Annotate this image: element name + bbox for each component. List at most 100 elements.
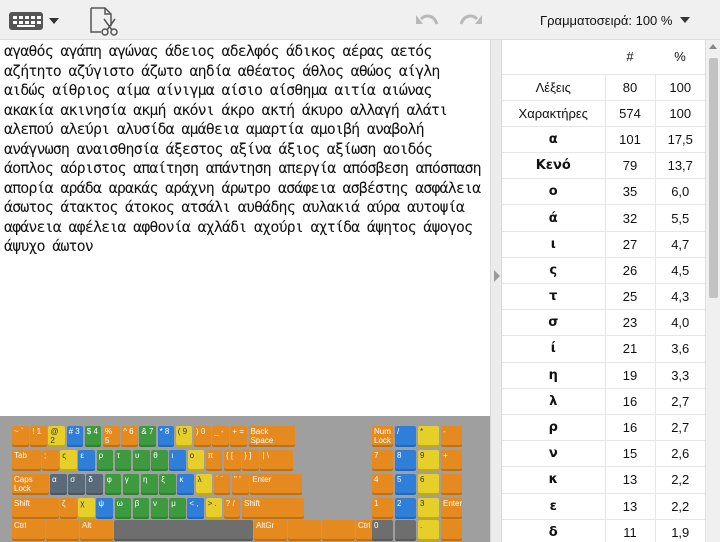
- panel-splitter[interactable]: [490, 40, 502, 542]
- numpad-key[interactable]: [395, 520, 416, 541]
- text-editor[interactable]: αγαθός αγάπη αγώνας άδειος αδελφός άδικο…: [0, 40, 490, 416]
- numpad-key[interactable]: 3: [418, 498, 439, 519]
- clear-text-icon: [90, 7, 118, 36]
- numpad-key[interactable]: +: [441, 450, 462, 471]
- numpad-key[interactable]: -: [441, 426, 462, 447]
- row-count: 13: [605, 466, 656, 494]
- keyboard-key[interactable]: Shift: [242, 498, 304, 519]
- keyboard-key[interactable]: ζ: [60, 498, 77, 519]
- font-size-dropdown[interactable]: Γραμματοσειρά: 100 %: [540, 8, 691, 32]
- numpad-key[interactable]: *: [418, 426, 439, 447]
- keyboard-key[interactable]: ο: [187, 450, 205, 471]
- keyboard-key[interactable]: > .: [205, 498, 223, 519]
- keyboard-key[interactable]: Alt: [80, 520, 113, 541]
- keyboard-key[interactable]: * 8: [157, 426, 175, 447]
- keyboard-key[interactable]: & 7: [139, 426, 157, 447]
- keyboard-key[interactable]: @ 2: [48, 426, 66, 447]
- keyboard-key[interactable]: χ: [78, 498, 95, 519]
- numpad-key[interactable]: 7: [372, 450, 393, 471]
- keyboard-key[interactable]: ;: [42, 450, 59, 471]
- keyboard-key[interactable]: ? /: [223, 498, 241, 519]
- numpad-key[interactable]: 4: [372, 474, 393, 495]
- numpad-key[interactable]: .: [418, 520, 439, 541]
- keyboard-key[interactable]: ) 0: [194, 426, 211, 447]
- keyboard-key[interactable]: { [: [224, 450, 241, 471]
- keyboard-key[interactable]: ( 9: [175, 426, 193, 447]
- keyboard-key[interactable]: γ: [122, 474, 140, 495]
- keyboard-key[interactable]: _ -: [212, 426, 229, 447]
- keyboard-key[interactable]: ! 1: [30, 426, 47, 447]
- keyboard-key[interactable]: ρ: [96, 450, 114, 471]
- numpad-key[interactable]: [441, 474, 462, 495]
- keyboard-key[interactable]: AltGr: [254, 520, 287, 541]
- numpad-key[interactable]: [441, 520, 462, 541]
- keyboard-key[interactable]: η: [141, 474, 158, 495]
- keyboard-layout-dropdown[interactable]: [6, 9, 62, 33]
- keyboard-key[interactable]: σ: [68, 474, 85, 495]
- numpad-key[interactable]: 6: [418, 474, 439, 495]
- keyboard-key[interactable]: β: [132, 498, 150, 519]
- keyboard-key[interactable]: ς: [60, 450, 77, 471]
- undo-button[interactable]: [412, 8, 442, 34]
- keyboard-key[interactable]: ε: [78, 450, 96, 471]
- keyboard-key[interactable]: ν: [151, 498, 168, 519]
- keyboard-key[interactable]: } ]: [242, 450, 259, 471]
- expand-arrow-icon[interactable]: [494, 270, 500, 282]
- numpad-key[interactable]: 8: [395, 450, 416, 471]
- keyboard-key[interactable]: [322, 520, 355, 541]
- keyboard-key[interactable]: ξ: [159, 474, 176, 495]
- keyboard-key[interactable]: [114, 520, 253, 541]
- numpad-key[interactable]: Num Lock: [372, 426, 393, 447]
- keyboard-key[interactable]: % 5: [103, 426, 120, 447]
- keyboard-key[interactable]: + =: [230, 426, 248, 447]
- keyboard-key[interactable]: Shift: [12, 498, 59, 519]
- keyboard-key[interactable]: υ: [133, 450, 150, 471]
- scrollbar-thumb[interactable]: [709, 58, 718, 298]
- numpad-key[interactable]: /: [395, 426, 416, 447]
- keyboard-key[interactable]: θ: [151, 450, 168, 471]
- keyboard-key[interactable]: π: [205, 450, 223, 471]
- keyboard-key[interactable]: ψ: [96, 498, 114, 519]
- table-row: α 101 17,5: [502, 126, 705, 154]
- keyboard-key[interactable]: μ: [169, 498, 186, 519]
- keyboard-key[interactable]: Back Space: [248, 426, 296, 447]
- redo-button[interactable]: [456, 8, 486, 34]
- keyboard-key[interactable]: ~ `: [12, 426, 29, 447]
- table-row: ε 13 2,2: [502, 493, 705, 520]
- keyboard-key[interactable]: < ,: [187, 498, 205, 519]
- keyboard-key[interactable]: ^ 6: [121, 426, 138, 447]
- keyboard-key[interactable]: Tab: [12, 450, 41, 471]
- keyboard-key[interactable]: | \: [260, 450, 293, 471]
- keyboard-key[interactable]: φ: [104, 474, 122, 495]
- keyboard-key[interactable]: Ctrl: [12, 520, 45, 541]
- keyboard-key[interactable]: ω: [114, 498, 132, 519]
- numpad-key[interactable]: Enter: [441, 498, 462, 519]
- keyboard-key[interactable]: [288, 520, 321, 541]
- row-label: ε: [502, 493, 606, 520]
- keyboard-key[interactable]: Enter: [250, 474, 302, 495]
- keyboard-key[interactable]: Caps Lock: [12, 474, 49, 495]
- keyboard-key[interactable]: δ: [86, 474, 104, 495]
- keyboard-key[interactable]: α: [50, 474, 67, 495]
- row-count: 16: [605, 414, 656, 442]
- table-row: σ 23 4,0: [502, 309, 705, 337]
- numpad-key[interactable]: 5: [395, 474, 416, 495]
- keyboard-key[interactable]: " ': [232, 474, 249, 495]
- keyboard-key[interactable]: $ 4: [84, 426, 102, 447]
- keyboard-key[interactable]: τ: [114, 450, 132, 471]
- row-label: ς: [502, 257, 606, 285]
- keyboard-key[interactable]: # 3: [66, 426, 84, 447]
- keyboard-key[interactable]: λ: [195, 474, 213, 495]
- statistics-table: # % Λέξεις 80 100 Χαρακτήρες 574 100 α 101 17,5 Κ…: [502, 40, 705, 542]
- scroll-up-icon[interactable]: [709, 44, 717, 49]
- keyboard-key[interactable]: κ: [177, 474, 195, 495]
- numpad-key[interactable]: 0: [372, 520, 393, 541]
- keyboard-key[interactable]: ι: [169, 450, 187, 471]
- clear-text-button[interactable]: [86, 6, 120, 36]
- numpad-key[interactable]: 9: [418, 450, 439, 471]
- stats-scrollbar[interactable]: [705, 40, 720, 542]
- keyboard-key[interactable]: ΄ ¨: [213, 474, 231, 495]
- numpad-key[interactable]: 1: [372, 498, 393, 519]
- keyboard-key[interactable]: [46, 520, 79, 541]
- numpad-key[interactable]: 2: [395, 498, 416, 519]
